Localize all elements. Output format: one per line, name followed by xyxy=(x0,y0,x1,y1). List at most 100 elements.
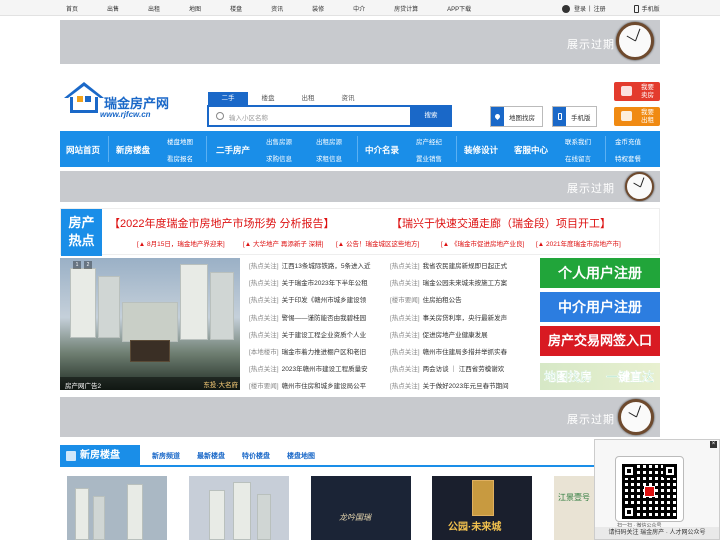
top-nav-home[interactable]: 首页 xyxy=(66,4,78,13)
nav-jinbi[interactable]: 金币充值 xyxy=(615,136,641,146)
nav-kefu[interactable]: 客服中心 xyxy=(514,144,548,156)
carousel-dot-2[interactable]: 2 xyxy=(84,261,92,269)
top-nav-decor[interactable]: 装修 xyxy=(312,4,324,13)
nav-zhuangxiu[interactable]: 装修设计 xyxy=(464,144,498,156)
top-nav-loan[interactable]: 房贷计算 xyxy=(394,4,418,13)
nav-lianxi[interactable]: 联系我们 xyxy=(565,136,591,146)
loupan-thumb-3[interactable]: 龙吟国瑞 xyxy=(311,476,411,540)
search-tab-loupan[interactable]: 楼盘 xyxy=(248,92,288,105)
close-icon[interactable]: × xyxy=(710,441,717,448)
news-title[interactable]: 赣州市住建局多措并举抓实春 xyxy=(423,349,508,356)
section-link-latest[interactable]: 最新楼盘 xyxy=(197,451,225,461)
nav-liuyan[interactable]: 在线留言 xyxy=(565,153,591,163)
list-item[interactable]: [楼市要闻] 赣州市住房和城乡建设局公平 xyxy=(249,378,377,395)
news-title[interactable]: 瑞金公园未来城未按施工方案 xyxy=(423,280,508,287)
list-item[interactable]: [热点关注] 关于建设工程企业资质个人业 xyxy=(249,327,377,344)
list-item[interactable]: [热点关注] 我省农民建房新规即日起正式 xyxy=(390,258,515,275)
news-title[interactable]: 关于做好2023年元旦春节期间 xyxy=(423,383,509,390)
list-item[interactable]: [热点关注] 赣州市住建局多措并举抓实春 xyxy=(390,344,515,361)
loupan-thumb-4[interactable]: 公园·未来城 xyxy=(432,476,532,540)
news-title[interactable]: 关于印发《赣州市城乡建设领 xyxy=(282,297,367,304)
ad-banner-top[interactable]: 展示过期 xyxy=(60,20,660,64)
ad-banner-middle[interactable]: 展示过期 xyxy=(60,171,660,202)
search-tab-ershou[interactable]: 二手 xyxy=(208,92,248,105)
map-search-button[interactable]: 地图找房 xyxy=(490,106,543,127)
news-title[interactable]: 关于建设工程企业资质个人业 xyxy=(282,332,367,339)
news-title[interactable]: 促进房地产业健康发展 xyxy=(423,332,488,339)
list-item[interactable]: [热点关注] 瑞金公园未来城未按施工方案 xyxy=(390,275,515,292)
list-item[interactable]: [热点关注] 江西13条城际铁路，5条进入近 xyxy=(249,258,377,275)
list-item[interactable]: [热点关注] 关于做好2023年元旦春节期间 xyxy=(390,378,515,395)
rent-out-button[interactable]: 我要 出租 xyxy=(614,107,660,126)
list-item[interactable]: [热点关注] 促进房地产业健康发展 xyxy=(390,327,515,344)
nav-chushou[interactable]: 出售房源 xyxy=(266,136,292,146)
nav-jingji[interactable]: 房产经纪 xyxy=(416,136,442,146)
nav-tequan[interactable]: 特权套餐 xyxy=(615,153,641,163)
news-title[interactable]: 两会访谈 ｜ 江西省劳模谢欢 xyxy=(423,366,505,373)
list-item[interactable]: [热点关注] 关于瑞金市2023年下半年公租 xyxy=(249,275,377,292)
news-title[interactable]: 瑞金市着力推进棚户区和老旧 xyxy=(282,349,367,356)
news-title[interactable]: 2023年赣州市建设工程质量安 xyxy=(282,366,368,373)
personal-register-button[interactable]: 个人用户注册 xyxy=(540,258,660,288)
list-item[interactable]: [热点关注] 关于印发《赣州市城乡建设领 xyxy=(249,292,377,309)
nav-kanfang[interactable]: 看房报名 xyxy=(167,153,193,163)
sell-house-button[interactable]: 我要 卖房 xyxy=(614,82,660,101)
news-title[interactable]: 我省农民建房新规即日起正式 xyxy=(423,263,508,270)
loupan-thumb-2[interactable] xyxy=(189,476,289,540)
nav-chuzu[interactable]: 出租房源 xyxy=(316,136,342,146)
nav-loupan-map[interactable]: 楼盘地图 xyxy=(167,136,193,146)
hot-link-5[interactable]: [▲ 2021年度瑞金市房地产市] xyxy=(536,238,621,248)
loupan-thumb-1[interactable] xyxy=(67,476,167,540)
news-title[interactable]: 赣州市住房和城乡建设局公平 xyxy=(282,383,367,390)
hot-link-4[interactable]: [▲ 《瑞金市促进房地产业良] xyxy=(441,238,524,248)
section-link-map[interactable]: 楼盘地图 xyxy=(287,451,315,461)
register-link[interactable]: 注册 xyxy=(594,4,606,13)
top-nav-rent[interactable]: 出租 xyxy=(148,4,160,13)
top-nav-map[interactable]: 地图 xyxy=(189,4,201,13)
top-nav-app[interactable]: APP下载 xyxy=(447,4,471,13)
nav-qiugou[interactable]: 求购信息 xyxy=(266,153,292,163)
news-title[interactable]: 江西13条城际铁路，5条进入近 xyxy=(282,263,371,270)
list-item[interactable]: [热点关注] 警惕——谨防能否由我碧桂园 xyxy=(249,310,377,327)
news-title[interactable]: 关于瑞金市2023年下半年公租 xyxy=(282,280,368,287)
nav-home[interactable]: 网站首页 xyxy=(66,144,100,156)
carousel-image[interactable]: 1 2 房产网广告2 东投·大名府 xyxy=(60,258,240,390)
hot-link-2[interactable]: [▲ 大华地产 再添新子 深耕] xyxy=(243,238,323,248)
hot-link-1[interactable]: [▲ 8月15日，瑞金地产界迎来] xyxy=(137,238,225,248)
carousel-dot-1[interactable]: 1 xyxy=(73,261,81,269)
list-item[interactable]: [楼市要闻] 住房拍租公告 xyxy=(390,292,515,309)
map-search-banner[interactable]: 地图找房 一键直达 xyxy=(540,363,660,390)
agent-register-button[interactable]: 中介用户注册 xyxy=(540,292,660,322)
list-item[interactable]: [热点关注] 2023年赣州市建设工程质量安 xyxy=(249,361,377,378)
news-title[interactable]: 事关房贷利率，央行最新发声 xyxy=(423,315,508,322)
ad-banner-bottom[interactable]: 展示过期 xyxy=(60,397,660,437)
list-item[interactable]: [热点关注] 两会访谈 ｜ 江西省劳模谢欢 xyxy=(390,361,515,378)
nav-ershou[interactable]: 二手房产 xyxy=(216,144,250,156)
login-link[interactable]: 登录 xyxy=(574,4,586,13)
top-nav-agent[interactable]: 中介 xyxy=(353,4,365,13)
nav-zhiye[interactable]: 置业销售 xyxy=(416,153,442,163)
news-title[interactable]: 警惕——谨防能否由我碧桂园 xyxy=(282,315,367,322)
hot-headline-2[interactable]: 【瑞兴于快速交通走廊（瑞金段）项目开工】 xyxy=(391,215,611,231)
hot-link-3[interactable]: [▲ 公告！瑞金城区这些地方] xyxy=(336,238,419,248)
section-link-channel[interactable]: 新房频道 xyxy=(152,451,180,461)
search-button[interactable]: 搜索 xyxy=(410,105,452,127)
nav-zhongjie[interactable]: 中介名录 xyxy=(365,144,399,156)
news-title[interactable]: 住房拍租公告 xyxy=(423,297,462,304)
mobile-button[interactable]: 手机版 xyxy=(552,106,597,127)
contract-entry-button[interactable]: 房产交易网签入口 xyxy=(540,326,660,356)
list-item[interactable]: [热点关注] 事关房贷利率，央行最新发声 xyxy=(390,310,515,327)
top-nav-news[interactable]: 资讯 xyxy=(271,4,283,13)
loupan-thumb-5[interactable]: 江景壹号 xyxy=(554,476,594,540)
site-logo[interactable]: 瑞金房产网 www.rjfcw.cn xyxy=(62,80,192,122)
nav-qiuzu[interactable]: 求租信息 xyxy=(316,153,342,163)
top-nav-sale[interactable]: 出售 xyxy=(107,4,119,13)
hot-headline-1[interactable]: 【2022年度瑞金市房地产市场形势 分析报告】 xyxy=(109,215,335,231)
top-nav-loupan[interactable]: 楼盘 xyxy=(230,4,242,13)
search-tab-zixun[interactable]: 资讯 xyxy=(328,92,368,105)
search-tab-chuzu[interactable]: 出租 xyxy=(288,92,328,105)
list-item[interactable]: [本地楼市] 瑞金市着力推进棚户区和老旧 xyxy=(249,344,377,361)
section-link-special[interactable]: 特价楼盘 xyxy=(242,451,270,461)
mobile-link[interactable]: 手机版 xyxy=(642,4,660,13)
nav-newhouse[interactable]: 新房楼盘 xyxy=(116,144,150,156)
